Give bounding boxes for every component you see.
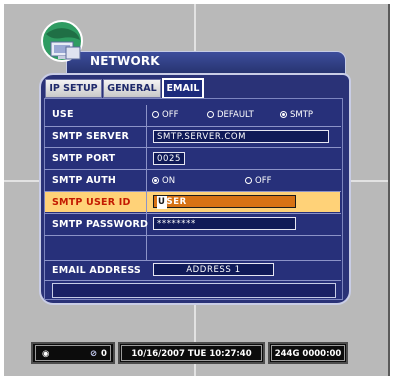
counter-text: 0000:00 bbox=[302, 349, 342, 359]
row-divider bbox=[44, 191, 341, 192]
smtp-password-field[interactable]: ******** bbox=[153, 217, 296, 230]
email-address-label: EMAIL ADDRESS bbox=[52, 265, 141, 276]
use-option-default[interactable]: DEFAULT bbox=[207, 110, 254, 120]
row-divider bbox=[44, 260, 341, 261]
radio-icon bbox=[152, 111, 159, 118]
channel-indicator: ◉ ⊘ 0 bbox=[35, 345, 111, 361]
text-cursor: U bbox=[157, 196, 167, 209]
use-option-off[interactable]: OFF bbox=[152, 110, 178, 120]
storage-text: 244G bbox=[274, 349, 300, 359]
day-text: TUE bbox=[187, 349, 207, 359]
row-divider bbox=[44, 169, 341, 170]
tab-ip-setup[interactable]: IP SETUP bbox=[45, 79, 102, 98]
screen-edge bbox=[388, 4, 390, 376]
network-link-icon: ⊘ bbox=[90, 349, 98, 359]
smtp-user-id-label: SMTP USER ID bbox=[52, 197, 131, 208]
row-divider bbox=[44, 280, 341, 281]
smtp-port-field[interactable]: 0025 bbox=[153, 152, 185, 165]
smtp-auth-option-off[interactable]: OFF bbox=[245, 176, 271, 186]
smtp-port-label: SMTP PORT bbox=[52, 153, 116, 164]
smtp-user-id-field[interactable]: USER bbox=[153, 195, 296, 209]
email-address-field[interactable]: ADDRESS 1 bbox=[153, 263, 274, 276]
datetime-display: 10/16/2007 TUE 10:27:40 bbox=[121, 345, 262, 361]
row-divider bbox=[44, 126, 341, 127]
storage-display: 244G 0000:00 bbox=[271, 345, 345, 361]
radio-icon bbox=[245, 177, 252, 184]
use-label: USE bbox=[52, 109, 74, 120]
smtp-server-field[interactable]: SMTP.SERVER.COM bbox=[153, 130, 329, 143]
record-icon: ◉ bbox=[42, 349, 50, 359]
channel-count: 0 bbox=[101, 349, 107, 359]
row-divider bbox=[44, 213, 341, 214]
radio-selected-icon bbox=[280, 111, 287, 118]
smtp-auth-label: SMTP AUTH bbox=[52, 175, 117, 186]
radio-selected-icon bbox=[152, 177, 159, 184]
column-divider bbox=[146, 105, 147, 260]
message-strip bbox=[52, 283, 336, 298]
network-globe-icon bbox=[41, 20, 83, 62]
tab-general[interactable]: GENERAL bbox=[103, 79, 161, 98]
use-option-smtp[interactable]: SMTP bbox=[280, 110, 313, 120]
tab-email[interactable]: EMAIL bbox=[162, 78, 204, 99]
date-text: 10/16/2007 bbox=[131, 349, 185, 359]
window-title: NETWORK bbox=[90, 54, 160, 68]
row-divider bbox=[44, 235, 341, 236]
row-divider bbox=[44, 147, 341, 148]
smtp-server-label: SMTP SERVER bbox=[52, 131, 130, 142]
smtp-auth-option-on[interactable]: ON bbox=[152, 176, 175, 186]
time-text: 10:27:40 bbox=[209, 349, 252, 359]
radio-icon bbox=[207, 111, 214, 118]
smtp-password-label: SMTP PASSWORD bbox=[52, 219, 149, 230]
